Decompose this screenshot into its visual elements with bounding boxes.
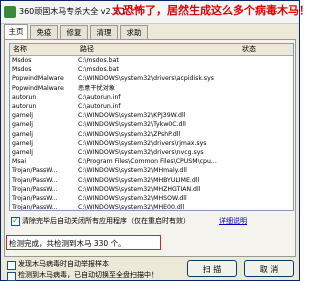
- app-icon: [4, 6, 16, 18]
- list-item[interactable]: Trojan/PassW... C:\WINDOWS\system32\MHE00…: [10, 203, 293, 211]
- tab-repair[interactable]: 修复: [60, 25, 88, 39]
- list-header: 名称 路径 状态: [10, 44, 293, 56]
- threat-list[interactable]: 名称 路径 状态 Msdos C:\msdos.bat Msdos C:\msdos.…: [9, 43, 294, 211]
- item-path: C:\WINDOWS\system32\MHE00.dll: [78, 204, 185, 211]
- column-path-header[interactable]: 路径: [80, 44, 94, 55]
- main-panel: 名称 路径 状态 Msdos C:\msdos.bat Msdos C:\msdos.…: [4, 39, 296, 257]
- app-window: 360顽固木马专杀大全 v2.5.1 太恐怖了，居然生成这么多个病毒木马！ 主页…: [0, 0, 310, 281]
- clean-restart-checkbox[interactable]: [11, 215, 20, 227]
- tab-clean[interactable]: 清理: [90, 25, 118, 39]
- auto-report-label: 发现木马病毒时自动举报样本: [18, 260, 109, 268]
- column-name-header[interactable]: 名称: [13, 44, 27, 55]
- detail-link[interactable]: 详细说明: [219, 215, 247, 227]
- auto-report-checkbox[interactable]: [7, 261, 16, 270]
- annotation-text: 太恐怖了，居然生成这么多个病毒木马！: [112, 4, 310, 17]
- title-bar[interactable]: 360顽固木马专杀大全 v2.5.1 太恐怖了，居然生成这么多个病毒木马！: [1, 1, 310, 24]
- full-scan-checkbox[interactable]: [7, 272, 16, 281]
- clean-restart-label: 清除完毕后自动关闭所有应用程序（仅在重启时有效）: [22, 217, 190, 225]
- scan-button[interactable]: 扫 描: [187, 260, 237, 277]
- column-status-header[interactable]: 状态: [242, 44, 256, 55]
- tab-home[interactable]: 主页: [4, 24, 28, 39]
- scan-status: 检测完成，共检测到木马 330 个。: [6, 235, 161, 250]
- window-title: 360顽固木马专杀大全 v2.5.1: [19, 7, 126, 16]
- tab-immunize[interactable]: 免疫: [30, 25, 58, 39]
- tab-help[interactable]: 求助: [120, 25, 148, 39]
- full-scan-label: 检测到木马病毒，已自动切换至全盘扫描中！: [18, 271, 158, 279]
- item-name: Trojan/PassW...: [12, 204, 58, 211]
- cancel-button[interactable]: 取 消: [244, 260, 294, 277]
